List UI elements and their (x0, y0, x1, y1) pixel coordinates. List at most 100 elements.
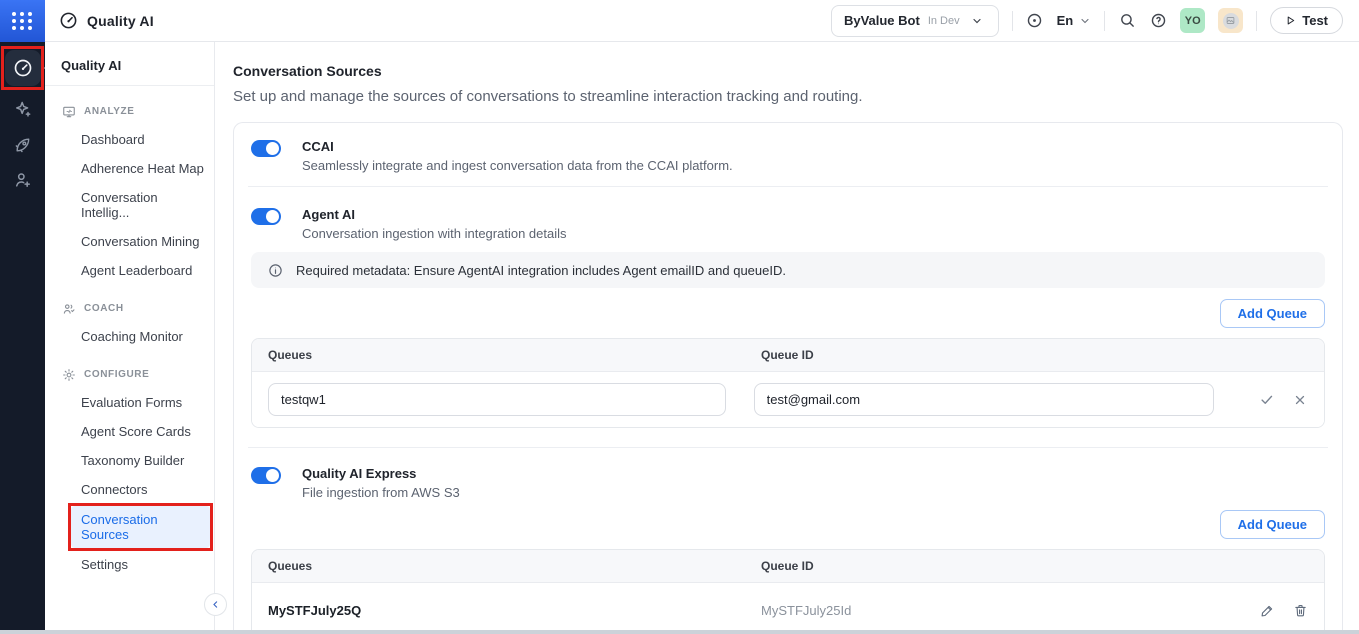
column-header-queue-id: Queue ID (726, 559, 1308, 573)
quality-ai-express-toggle[interactable] (251, 467, 281, 484)
sidebar-item-dashboard[interactable]: Dashboard (45, 125, 214, 154)
gear-icon (61, 367, 76, 382)
language-label: En (1057, 13, 1074, 28)
edit-icon[interactable] (1259, 602, 1275, 618)
agent-ai-toggle[interactable] (251, 208, 281, 225)
info-icon (268, 263, 283, 278)
table-row: MySTFJuly25Q MySTFJuly25Id (252, 583, 1324, 634)
sidebar-item-conversation-intelligence[interactable]: Conversation Intellig... (45, 183, 214, 227)
people-icon (61, 301, 76, 316)
target-icon[interactable] (1026, 12, 1044, 30)
sidebar-item-evaluation-forms[interactable]: Evaluation Forms (45, 388, 214, 417)
sidebar-section-analyze: ANALYZE (45, 96, 214, 125)
search-icon[interactable] (1118, 12, 1136, 30)
sidebar-item-connectors[interactable]: Connectors (45, 475, 214, 504)
divider (45, 85, 214, 86)
rail-item-quality-ai[interactable] (5, 50, 41, 86)
chevron-left-icon (211, 600, 220, 609)
play-icon (1285, 15, 1296, 26)
queue-id-input[interactable] (754, 383, 1215, 416)
caret-left-icon (44, 61, 53, 75)
rail-item-add-user[interactable] (13, 170, 33, 190)
delete-icon[interactable] (1292, 602, 1308, 618)
column-header-queues: Queues (268, 348, 726, 362)
app-window: Quality AI ByValue Bot In Dev En (0, 0, 1359, 634)
bot-selector[interactable]: ByValue Bot In Dev (831, 5, 999, 37)
sidebar-item-conversation-mining[interactable]: Conversation Mining (45, 227, 214, 256)
app-launcher-button[interactable] (0, 0, 45, 42)
sidebar-item-taxonomy-builder[interactable]: Taxonomy Builder (45, 446, 214, 475)
section-label: COACH (84, 303, 124, 314)
source-name: Agent AI (302, 207, 567, 222)
sidebar-item-agent-score-cards[interactable]: Agent Score Cards (45, 417, 214, 446)
language-selector[interactable]: En (1057, 13, 1092, 28)
source-description: Conversation ingestion with integration … (302, 226, 567, 241)
page-title: Conversation Sources (233, 63, 1343, 79)
test-button[interactable]: Test (1270, 7, 1343, 34)
sidebar-section-coach: COACH (45, 293, 214, 322)
agent-ai-queue-table: Queues Queue ID (251, 338, 1325, 428)
app-title: Quality AI (87, 13, 154, 29)
sidebar-item-adherence-heat-map[interactable]: Adherence Heat Map (45, 154, 214, 183)
app-title-wrap: Quality AI (59, 11, 154, 30)
source-name: CCAI (302, 139, 733, 154)
add-queue-button-express[interactable]: Add Queue (1220, 510, 1325, 539)
source-name: Quality AI Express (302, 466, 460, 481)
source-row-agent-ai: Agent AI Conversation ingestion with int… (251, 207, 1325, 241)
column-header-queues: Queues (268, 559, 726, 573)
icon-rail (0, 0, 45, 634)
ccai-toggle[interactable] (251, 140, 281, 157)
sidebar-section-configure: CONFIGURE (45, 359, 214, 388)
chevron-down-icon (968, 12, 986, 30)
avatar-initials: YO (1185, 15, 1201, 27)
image-avatar-icon (1223, 13, 1239, 29)
sidebar-item-conversation-sources[interactable]: Conversation Sources (71, 506, 210, 548)
sources-card: CCAI Seamlessly integrate and ingest con… (233, 122, 1343, 634)
sidebar: Quality AI ANALYZE Dashboard Adherence H… (45, 42, 215, 634)
metadata-info-banner: Required metadata: Ensure AgentAI integr… (251, 252, 1325, 288)
divider (1256, 11, 1257, 31)
table-header-row: Queues Queue ID (252, 339, 1324, 372)
add-queue-button-agent-ai[interactable]: Add Queue (1220, 299, 1325, 328)
sidebar-title: Quality AI (45, 54, 214, 85)
rail-item-rocket[interactable] (13, 135, 33, 155)
source-row-ccai: CCAI Seamlessly integrate and ingest con… (251, 139, 1325, 173)
bot-name: ByValue Bot (844, 13, 920, 28)
close-icon[interactable] (1292, 392, 1308, 408)
top-bar: Quality AI ByValue Bot In Dev En (45, 0, 1359, 42)
grid-icon (12, 12, 33, 30)
user-avatar[interactable]: YO (1180, 8, 1205, 33)
divider (248, 186, 1328, 187)
table-edit-row (252, 372, 1324, 427)
gauge-icon (13, 58, 33, 78)
express-queue-table: Queues Queue ID MySTFJuly25Q MySTFJuly25… (251, 549, 1325, 634)
source-row-quality-ai-express: Quality AI Express File ingestion from A… (251, 466, 1325, 500)
section-label: CONFIGURE (84, 369, 149, 380)
sidebar-item-agent-leaderboard[interactable]: Agent Leaderboard (45, 256, 214, 285)
main-content: Conversation Sources Set up and manage t… (215, 42, 1359, 634)
page-subtitle: Set up and manage the sources of convers… (233, 88, 1343, 105)
help-icon[interactable] (1149, 12, 1167, 30)
sidebar-item-label: Conversation Sources (81, 512, 158, 542)
sidebar-item-settings[interactable]: Settings (45, 550, 214, 579)
queue-name-input[interactable] (268, 383, 726, 416)
source-description: File ingestion from AWS S3 (302, 485, 460, 500)
banner-text: Required metadata: Ensure AgentAI integr… (296, 263, 786, 278)
monitor-icon (61, 104, 76, 119)
sidebar-item-coaching-monitor[interactable]: Coaching Monitor (45, 322, 214, 351)
table-header-row: Queues Queue ID (252, 550, 1324, 583)
queue-id-cell: MySTFJuly25Id (726, 603, 1255, 618)
source-description: Seamlessly integrate and ingest conversa… (302, 158, 733, 173)
confirm-icon[interactable] (1258, 392, 1274, 408)
gauge-icon (59, 11, 78, 30)
sidebar-collapse-button[interactable] (204, 593, 227, 616)
bot-env-badge: In Dev (928, 15, 960, 27)
divider (1104, 11, 1105, 31)
org-avatar[interactable] (1218, 8, 1243, 33)
test-button-label: Test (1302, 13, 1328, 28)
rail-item-ai-sparkle[interactable] (13, 100, 33, 120)
section-label: ANALYZE (84, 106, 135, 117)
window-bottom-edge (0, 630, 1359, 634)
divider (248, 447, 1328, 448)
queue-name-cell: MySTFJuly25Q (268, 603, 726, 618)
